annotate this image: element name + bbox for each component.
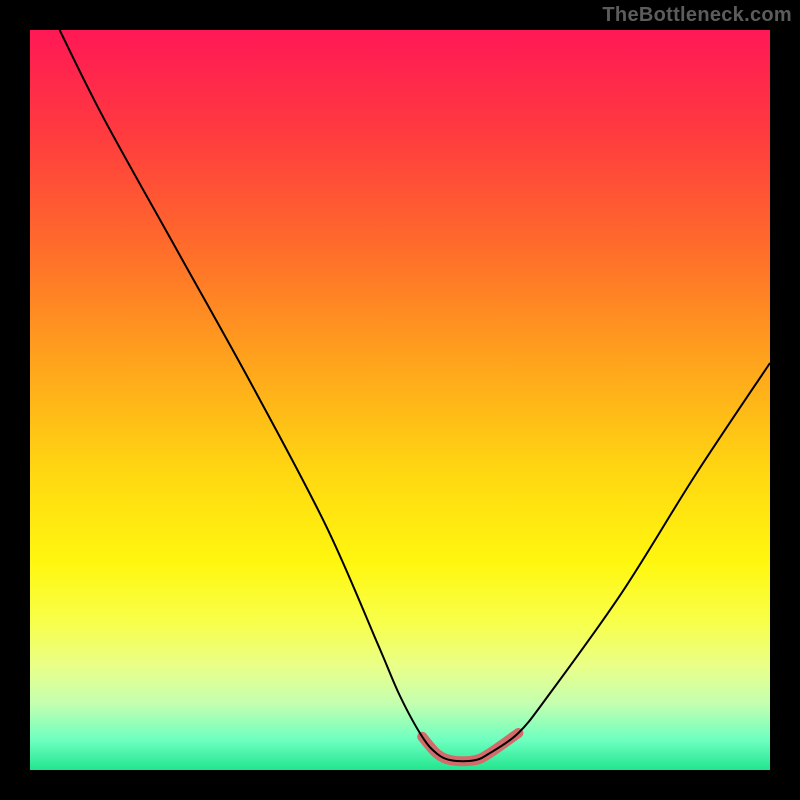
bottleneck-chart	[0, 0, 800, 800]
chart-container: TheBottleneck.com	[0, 0, 800, 800]
plot-background	[30, 30, 770, 770]
watermark-text: TheBottleneck.com	[602, 4, 792, 27]
